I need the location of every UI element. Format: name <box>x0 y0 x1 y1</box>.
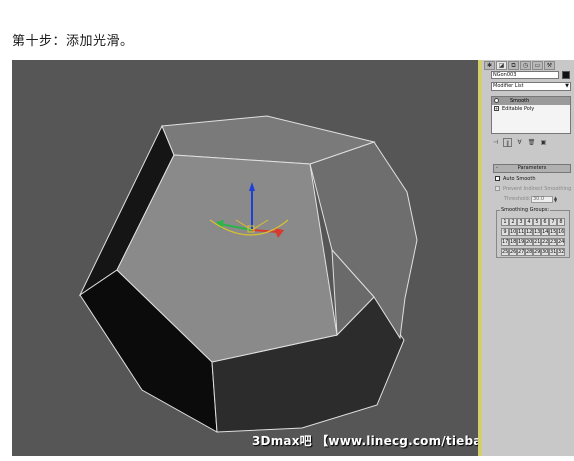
smoothing-group-button[interactable]: 24 <box>557 238 565 246</box>
smoothing-group-button[interactable]: 16 <box>557 228 565 236</box>
dodecahedron-model <box>78 115 418 433</box>
smoothing-group-button[interactable]: 14 <box>541 228 549 236</box>
show-end-result-icon[interactable]: ∥ <box>503 137 512 147</box>
object-color-swatch[interactable] <box>562 71 570 79</box>
collapse-icon: - <box>496 165 498 171</box>
stack-item-label: Smooth <box>510 98 530 104</box>
expand-plus-icon[interactable]: + <box>494 106 499 111</box>
lightbulb-icon[interactable] <box>494 98 499 103</box>
prevent-indirect-label: Prevent Indirect Smoothing <box>503 186 572 192</box>
spinner-icon[interactable]: ▲ ▼ <box>554 196 557 203</box>
stack-item-smooth[interactable]: Smooth <box>492 97 570 105</box>
step-caption: 第十步：添加光滑。 <box>12 34 134 49</box>
3dsmax-screenshot: 3Dmax吧 【www.linecg.com/tieba/1771】 ✱ ◪ ⧉… <box>12 60 574 456</box>
motion-tab-icon[interactable]: ◷ <box>520 61 531 70</box>
prevent-indirect-checkbox[interactable]: Prevent Indirect Smoothing <box>495 186 571 193</box>
rollout-title: Parameters <box>517 165 547 171</box>
create-tab-icon[interactable]: ✱ <box>484 61 495 70</box>
checkbox-box[interactable] <box>495 186 500 191</box>
smoothing-group-button[interactable]: 10 <box>509 228 517 236</box>
smoothing-group-button[interactable]: 13 <box>533 228 541 236</box>
smoothing-group-button[interactable]: 25 <box>501 248 509 256</box>
command-panel-tabs: ✱ ◪ ⧉ ◷ ▭ ⚒ <box>484 61 555 70</box>
smoothing-group-button[interactable]: 4 <box>525 218 533 226</box>
smoothing-group-button[interactable]: 31 <box>549 248 557 256</box>
configure-sets-icon[interactable]: ▣ <box>539 138 548 147</box>
utilities-tab-icon[interactable]: ⚒ <box>544 61 555 70</box>
smoothing-group-button[interactable]: 11 <box>517 228 525 236</box>
smoothing-group-button[interactable]: 2 <box>509 218 517 226</box>
command-panel: ✱ ◪ ⧉ ◷ ▭ ⚒ NGon003 Modifier List ▼ Smoo… <box>482 60 574 456</box>
smoothing-group-button[interactable]: 29 <box>533 248 541 256</box>
chevron-down-icon: ▼ <box>565 83 569 89</box>
smoothing-group-button[interactable]: 17 <box>501 238 509 246</box>
smoothing-group-button[interactable]: 18 <box>509 238 517 246</box>
remove-modifier-icon[interactable]: 🗑 <box>527 138 536 147</box>
auto-smooth-checkbox[interactable]: Auto Smooth <box>495 176 536 183</box>
smoothing-group-button[interactable]: 19 <box>517 238 525 246</box>
smoothing-group-button[interactable]: 22 <box>541 238 549 246</box>
smoothing-group-button[interactable]: 3 <box>517 218 525 226</box>
threshold-label: Threshold: <box>504 196 531 202</box>
threshold-row: Threshold: 30.0 ▲ ▼ <box>504 196 557 203</box>
smoothing-group-button[interactable]: 27 <box>517 248 525 256</box>
smoothing-group-button[interactable]: 28 <box>525 248 533 256</box>
perspective-viewport[interactable]: 3Dmax吧 【www.linecg.com/tieba/1771】 <box>12 60 532 456</box>
smoothing-group-button[interactable]: 1 <box>501 218 509 226</box>
hierarchy-tab-icon[interactable]: ⧉ <box>508 61 519 70</box>
smoothing-groups-title: Smoothing Groups: <box>500 207 551 214</box>
smoothing-group-button[interactable]: 8 <box>557 218 565 226</box>
object-name-row: NGon003 <box>491 71 571 79</box>
make-unique-icon[interactable]: ∀ <box>515 138 524 147</box>
display-tab-icon[interactable]: ▭ <box>532 61 543 70</box>
checkbox-box[interactable] <box>495 176 500 181</box>
smoothing-group-button[interactable]: 30 <box>541 248 549 256</box>
smoothing-group-button[interactable]: 5 <box>533 218 541 226</box>
auto-smooth-label: Auto Smooth <box>503 176 536 182</box>
smoothing-group-button[interactable]: 12 <box>525 228 533 236</box>
pin-stack-icon[interactable]: ⊣ <box>491 138 500 147</box>
stack-tools: ⊣ ∥ ∀ 🗑 ▣ <box>491 137 571 147</box>
smoothing-group-button[interactable]: 7 <box>549 218 557 226</box>
stack-item-editable-poly[interactable]: + Editable Poly <box>492 105 570 113</box>
smoothing-group-button[interactable]: 21 <box>533 238 541 246</box>
smoothing-group-button[interactable]: 32 <box>557 248 565 256</box>
modifier-stack: Smooth + Editable Poly <box>491 96 571 134</box>
smoothing-group-button[interactable]: 6 <box>541 218 549 226</box>
threshold-field[interactable]: 30.0 <box>531 196 553 203</box>
smoothing-group-button[interactable]: 9 <box>501 228 509 236</box>
smoothing-groups-box: Smoothing Groups: 1 2 3 4 5 6 7 8 9 10 11 12 13 14 15 1… <box>496 207 570 258</box>
parameters-rollout-header[interactable]: - Parameters <box>493 164 571 173</box>
smoothing-group-button[interactable]: 15 <box>549 228 557 236</box>
modify-tab-icon[interactable]: ◪ <box>496 61 507 70</box>
smoothing-group-button[interactable]: 23 <box>549 238 557 246</box>
modifier-list-dropdown[interactable]: Modifier List ▼ <box>491 82 571 91</box>
smoothing-group-button[interactable]: 20 <box>525 238 533 246</box>
smoothing-groups-grid: 1 2 3 4 5 6 7 8 9 10 11 12 13 14 15 16 17 18 19 20 21 22 23 24 2… <box>501 218 567 257</box>
stack-item-label: Editable Poly <box>502 106 535 112</box>
modifier-list-label: Modifier List <box>493 83 524 89</box>
smoothing-group-button[interactable]: 26 <box>509 248 517 256</box>
object-name-field[interactable]: NGon003 <box>491 71 559 79</box>
